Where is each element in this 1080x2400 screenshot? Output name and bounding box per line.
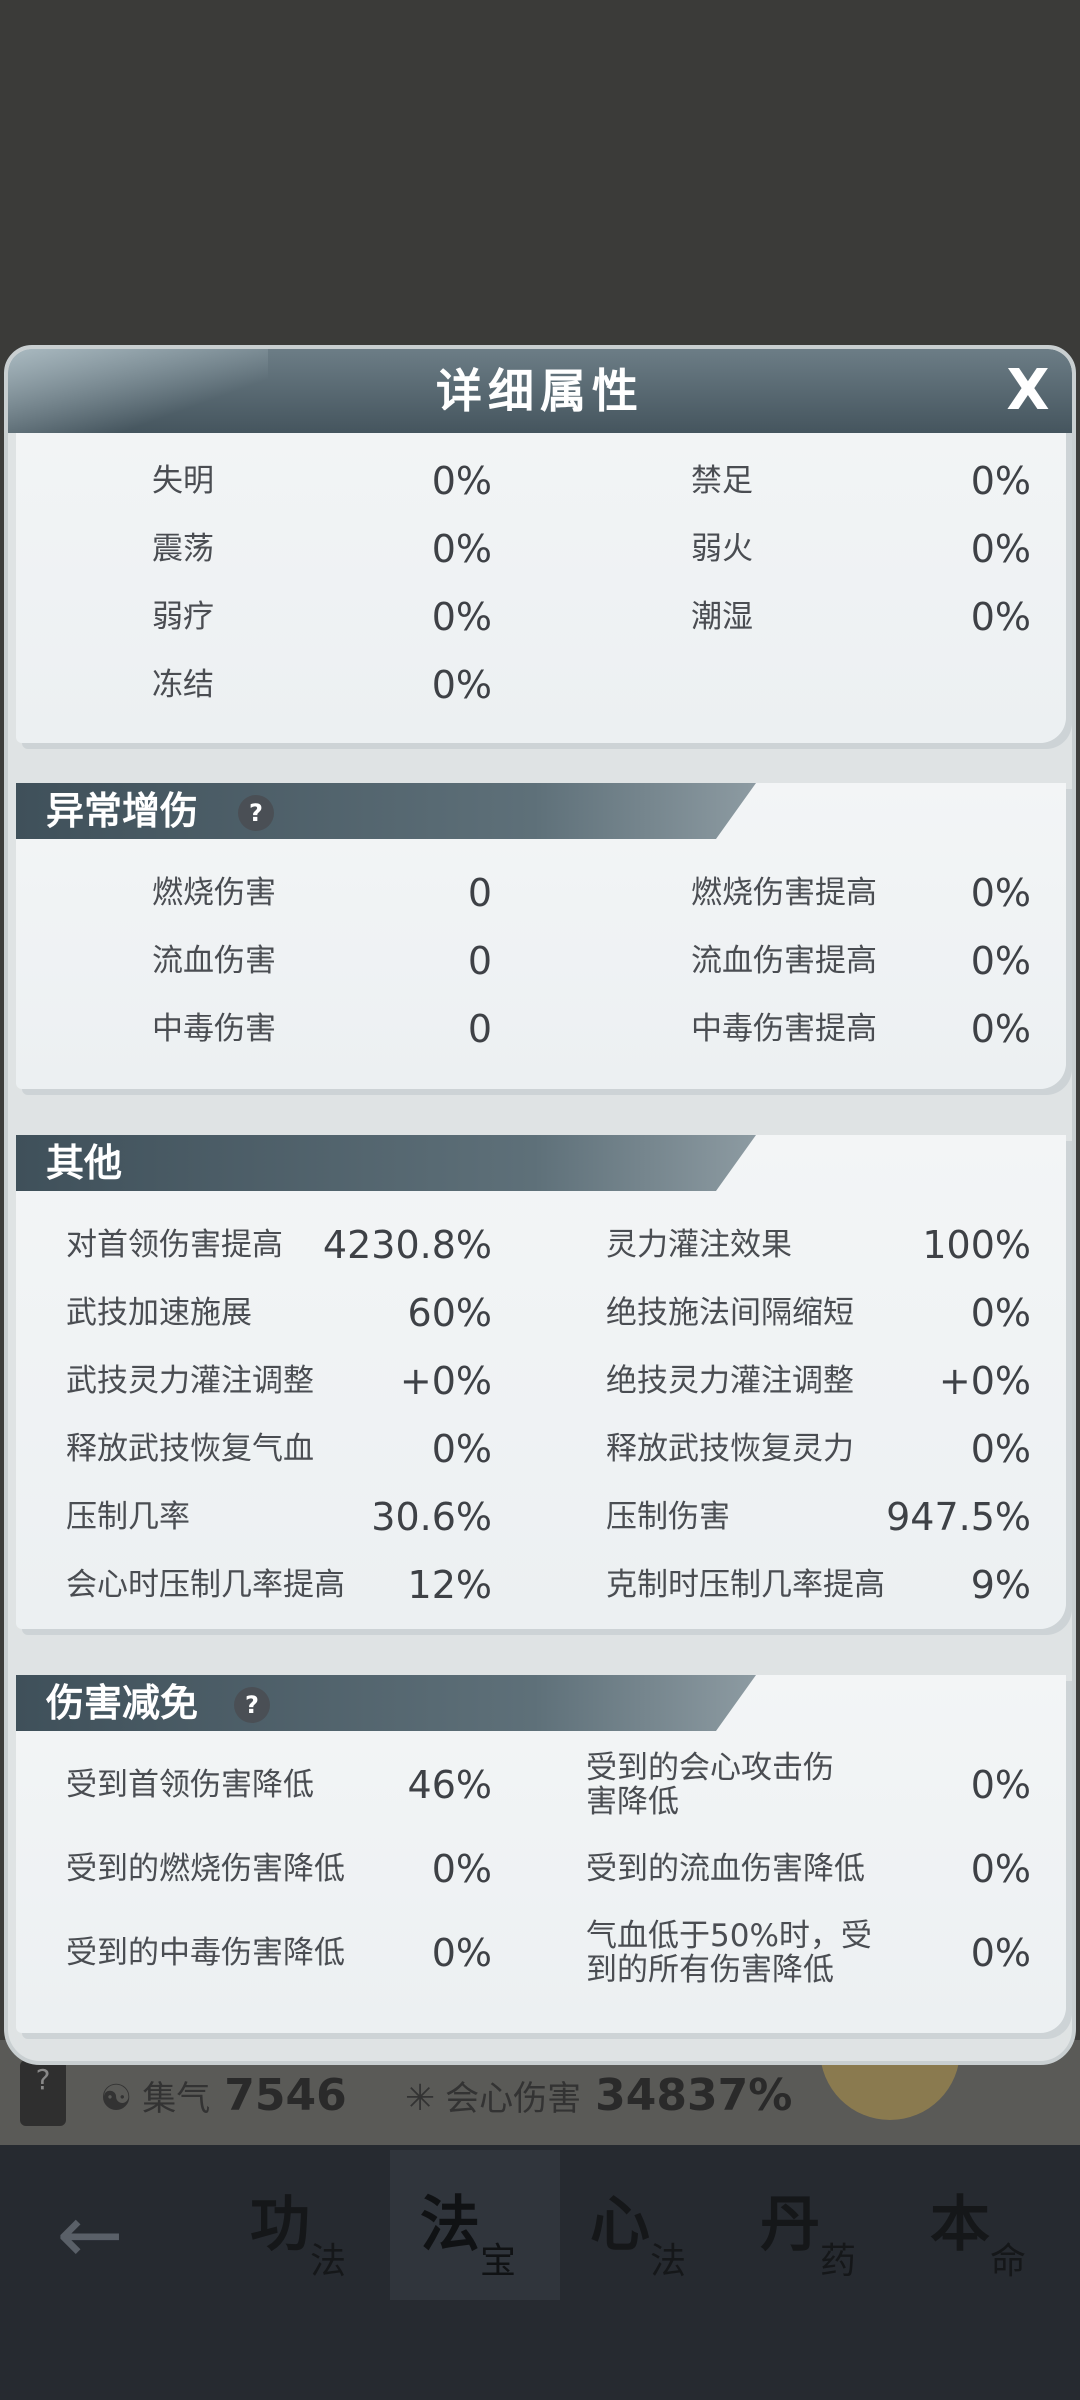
stat-label: 潮湿	[691, 599, 753, 635]
stat-value: 34837%	[595, 2070, 793, 2121]
nav-tab-gongfa[interactable]: 功 法	[220, 2150, 390, 2300]
stat-label: 冻结	[152, 667, 214, 703]
nav-tab-small: 宝	[480, 2241, 517, 2282]
stat-value: 0%	[431, 1931, 492, 1975]
panel-header: 详细属性 X	[8, 349, 1072, 433]
stat-label: 压制几率	[66, 1499, 190, 1535]
stat-value: 0%	[970, 871, 1031, 915]
back-arrow-icon[interactable]: ←	[40, 2185, 140, 2285]
stat-value: 0%	[970, 1763, 1031, 1807]
stat-value: 947.5%	[886, 1495, 1031, 1539]
nav-tab-small: 法	[310, 2241, 347, 2282]
stat-label-cont: 害降低	[586, 1784, 679, 1820]
damage-reduction-card: 伤害减免 ? 受到首领伤害降低 46% 受到的会心攻击伤 害降低 0% 受到的燃…	[16, 1675, 1066, 2033]
status-card: 晕眩 0% 冻伤 30% 失明 0% 禁足 0% 震荡 0% 弱火 0% 弱疗 …	[16, 433, 1066, 743]
section-header: 异常增伤 ?	[16, 783, 756, 839]
stat-value: 0	[467, 871, 492, 915]
stat-label: 受到的会心攻击伤	[586, 1750, 834, 1786]
stat-label: 武技加速施展	[66, 1295, 252, 1331]
dim-backdrop	[0, 0, 1080, 360]
stat-label: 灵力灌注效果	[606, 1227, 792, 1263]
stat-label: 对首领伤害提高	[66, 1227, 283, 1263]
stat-value: 0%	[970, 1427, 1031, 1471]
stat-value: 0%	[970, 527, 1031, 571]
background-help-button: ?	[20, 2060, 66, 2126]
nav-tab-small: 法	[650, 2241, 687, 2282]
section-title: 异常增伤	[46, 788, 199, 833]
stat-value: 0%	[970, 1291, 1031, 1335]
stat-value: 0%	[970, 1931, 1031, 1975]
stat-value: 30.6%	[371, 1495, 492, 1539]
stat-label-cont: 到的所有伤害降低	[586, 1952, 834, 1988]
stat-label: 燃烧伤害	[152, 875, 276, 911]
stat-label: 集气	[142, 2079, 211, 2119]
nav-tab-small: 药	[820, 2241, 857, 2282]
nav-tab-big: 法	[420, 2190, 480, 2260]
stat-value: 0%	[431, 459, 492, 503]
stat-value: 0%	[970, 1847, 1031, 1891]
stat-label: 弱火	[691, 531, 753, 567]
attributes-scroll-area[interactable]: 晕眩 0% 冻伤 30% 失明 0% 禁足 0% 震荡 0% 弱火 0% 弱疗 …	[8, 433, 1072, 2061]
stat-value: 0%	[970, 459, 1031, 503]
stat-label: 失明	[152, 463, 214, 499]
nav-tab-small: 命	[990, 2241, 1027, 2282]
stat-label: 中毒伤害	[152, 1011, 276, 1047]
background-stat-qi: ☯ 集气 7546	[100, 2070, 347, 2121]
background-stat-crit: ✳ 会心伤害 34837%	[405, 2070, 792, 2121]
stat-value: 0	[467, 1007, 492, 1051]
stat-value: 0%	[272, 433, 492, 443]
stat-value: 0%	[431, 1847, 492, 1891]
nav-tab-danyao[interactable]: 丹 药	[730, 2150, 900, 2300]
stat-value: 30%	[811, 433, 1031, 443]
help-icon[interactable]: ?	[234, 1687, 270, 1723]
stat-value: 12%	[407, 1563, 492, 1607]
section-header-ribbon	[16, 1135, 756, 1191]
stat-label: 会心伤害	[445, 2079, 582, 2119]
swirl-icon: ☯	[100, 2078, 133, 2119]
stat-value: 0%	[431, 527, 492, 571]
stat-value: 0%	[970, 1007, 1031, 1051]
stat-value: 4230.8%	[322, 1223, 492, 1267]
stat-value: 60%	[407, 1291, 492, 1335]
stat-value: 46%	[407, 1763, 492, 1807]
section-header: 伤害减免 ?	[16, 1675, 756, 1731]
nav-tab-big: 丹	[760, 2190, 820, 2260]
stat-label: 弱疗	[152, 599, 214, 635]
nav-tab-big: 本	[930, 2190, 990, 2260]
stat-value: 9%	[970, 1563, 1031, 1607]
section-title: 伤害减免	[46, 1680, 199, 1725]
panel-title: 详细属性	[436, 364, 644, 418]
section-title: 其他	[46, 1140, 123, 1185]
stat-value: +0%	[399, 1359, 492, 1403]
nav-tab-benming[interactable]: 本 命	[900, 2150, 1070, 2300]
stat-value: 0%	[431, 595, 492, 639]
stat-value: 0	[467, 939, 492, 983]
stat-value: 100%	[922, 1223, 1031, 1267]
stat-label: 压制伤害	[606, 1499, 730, 1535]
stat-label: 震荡	[152, 531, 214, 567]
other-card: 其他 对首领伤害提高 4230.8% 灵力灌注效果 100% 武技加速施展 60…	[16, 1135, 1066, 1629]
stat-value: 0%	[431, 1427, 492, 1471]
nav-tab-big: 心	[590, 2190, 650, 2260]
nav-tab-fabao[interactable]: 法 宝	[390, 2150, 560, 2300]
stat-label: 冻伤	[691, 433, 753, 443]
stat-value: 0%	[970, 939, 1031, 983]
stat-value: 0%	[970, 595, 1031, 639]
nav-tab-xinfa[interactable]: 心 法	[560, 2150, 730, 2300]
stat-value: +0%	[938, 1359, 1031, 1403]
burst-icon: ✳	[405, 2078, 436, 2119]
stat-value: 0%	[431, 663, 492, 707]
stat-label: 流血伤害	[152, 943, 276, 979]
close-icon[interactable]: X	[998, 361, 1058, 421]
help-icon[interactable]: ?	[238, 795, 274, 831]
nav-tab-big: 功	[250, 2190, 310, 2260]
detail-attributes-panel: 详细属性 X 晕眩 0% 冻伤 30% 失明 0% 禁足 0% 震荡 0% 弱火…	[4, 345, 1076, 2065]
abnormal-damage-card: 异常增伤 ? 燃烧伤害 0 燃烧伤害提高 0% 流血伤害 0 流血伤害提高 0%…	[16, 783, 1066, 1089]
stat-value: 7546	[224, 2070, 347, 2121]
stat-label: 晕眩	[152, 433, 214, 443]
stat-label: 禁足	[691, 463, 753, 499]
section-header: 其他	[16, 1135, 756, 1191]
